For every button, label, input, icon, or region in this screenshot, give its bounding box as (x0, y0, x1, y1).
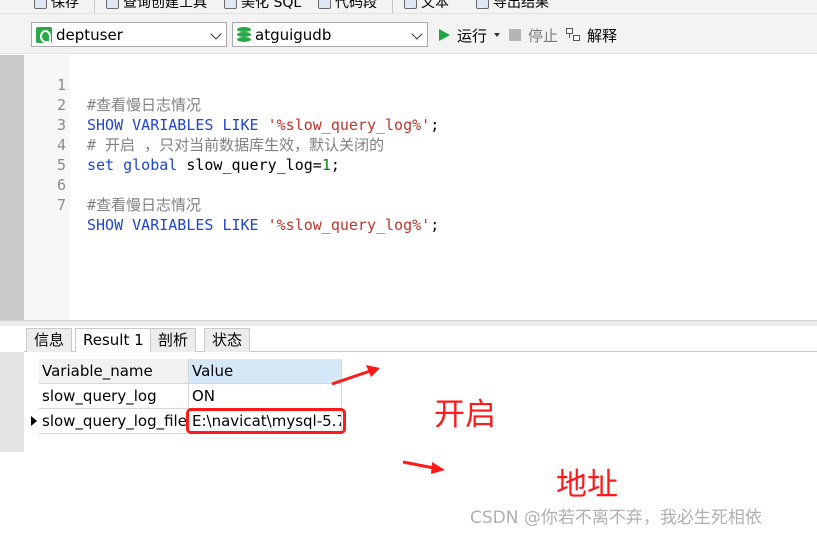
column-header-variable-name[interactable]: Variable_name (39, 359, 189, 384)
code-line-7[interactable]: 7 SHOW VARIABLES LIKE '%slow_query_log%'… (0, 175, 817, 234)
text-button[interactable]: 文本 (404, 0, 449, 12)
code-line-5[interactable]: 5 (0, 135, 817, 174)
beautify-icon (224, 0, 237, 9)
table-cell[interactable]: ON (189, 384, 342, 409)
sql-punct: ; (430, 216, 440, 234)
annotation-arrow-icon (331, 365, 380, 386)
beautify-label: 美化 SQL (241, 0, 302, 11)
table-cell[interactable]: slow_query_log (39, 384, 189, 409)
export-label: 导出结果 (493, 0, 549, 11)
query-builder-button[interactable]: 查询创建工具 (106, 0, 207, 12)
connection-value: deptuser (56, 25, 123, 44)
snippet-label: 代码段 (335, 0, 377, 11)
annotation-address: 地址 (556, 467, 618, 503)
code-line-4[interactable]: 4 set global slow_query_log=1; (0, 115, 817, 174)
query-toolbar: deptuser atguigudb 运行 停止 解释 (0, 14, 817, 54)
explain-button[interactable]: 解释 (566, 25, 617, 45)
row-pointer-icon (31, 416, 37, 426)
export-icon (476, 0, 489, 9)
watermark: CSDN @你若不离不弃，我必生死相依 (470, 508, 762, 528)
explain-label: 解释 (587, 26, 618, 45)
sql-string: '%slow_query_log%' (267, 216, 431, 234)
connection-select[interactable]: deptuser (31, 22, 227, 47)
query-builder-icon (106, 0, 119, 9)
database-select[interactable]: atguigudb (232, 22, 428, 47)
explain-icon (566, 28, 581, 42)
current-row-marker (27, 409, 39, 434)
stop-icon (509, 29, 521, 41)
database-icon (237, 26, 251, 43)
beautify-sql-button[interactable]: 美化 SQL (224, 0, 301, 12)
connection-icon (36, 26, 52, 43)
code-line-2[interactable]: 2 SHOW VARIABLES LIKE '%slow_query_log%'… (0, 75, 817, 134)
save-icon (34, 0, 47, 9)
line-number: 7 (56, 196, 66, 214)
toolbar-divider (392, 0, 393, 13)
code-line-3[interactable]: 3 # 开启 ，只对当前数据库生效，默认关闭的 (0, 95, 817, 154)
database-value: atguigudb (255, 25, 332, 44)
grid-left-strip (0, 352, 24, 452)
play-icon (439, 29, 450, 41)
chevron-down-icon[interactable] (411, 28, 423, 40)
column-header-value[interactable]: Value (189, 359, 342, 384)
highlight-box (186, 408, 346, 434)
table-cell[interactable]: slow_query_log_file (39, 409, 189, 434)
stop-label: 停止 (528, 26, 559, 45)
snippet-button[interactable]: 代码段 (318, 0, 377, 12)
run-label: 运行 (457, 26, 488, 45)
code-line-6[interactable]: 6 #查看慢日志情况 (0, 155, 817, 214)
text-label: 文本 (421, 0, 449, 11)
save-button[interactable]: 保存 (34, 0, 79, 12)
code-line-1[interactable]: 1 #查看慢日志情况 (0, 55, 817, 114)
run-button[interactable]: 运行 (439, 25, 501, 45)
toolbar-divider (94, 0, 95, 13)
tab-result-1[interactable]: Result 1 (75, 328, 152, 353)
caret-down-icon[interactable] (494, 33, 501, 37)
text-icon (404, 0, 417, 9)
tab-profile[interactable]: 剖析 (150, 328, 197, 352)
annotation-enabled: 开启 (434, 397, 496, 433)
query-builder-label: 查询创建工具 (123, 0, 207, 11)
export-result-button[interactable]: 导出结果 (476, 0, 549, 12)
stop-button[interactable]: 停止 (509, 25, 558, 45)
result-tabs: 信息 Result 1 剖析 状态 (24, 326, 817, 353)
sql-keyword: SHOW VARIABLES LIKE (87, 216, 268, 234)
save-label: 保存 (51, 0, 79, 11)
tab-info[interactable]: 信息 (26, 328, 73, 352)
top-toolbar: 保存 查询创建工具 美化 SQL 代码段 文本 导出结果 (0, 0, 817, 14)
annotation-arrow-icon (402, 460, 445, 474)
snippet-icon (318, 0, 331, 9)
tab-status[interactable]: 状态 (204, 328, 251, 352)
chevron-down-icon[interactable] (210, 28, 222, 40)
sql-comment: #查看慢日志情况 (87, 196, 202, 214)
